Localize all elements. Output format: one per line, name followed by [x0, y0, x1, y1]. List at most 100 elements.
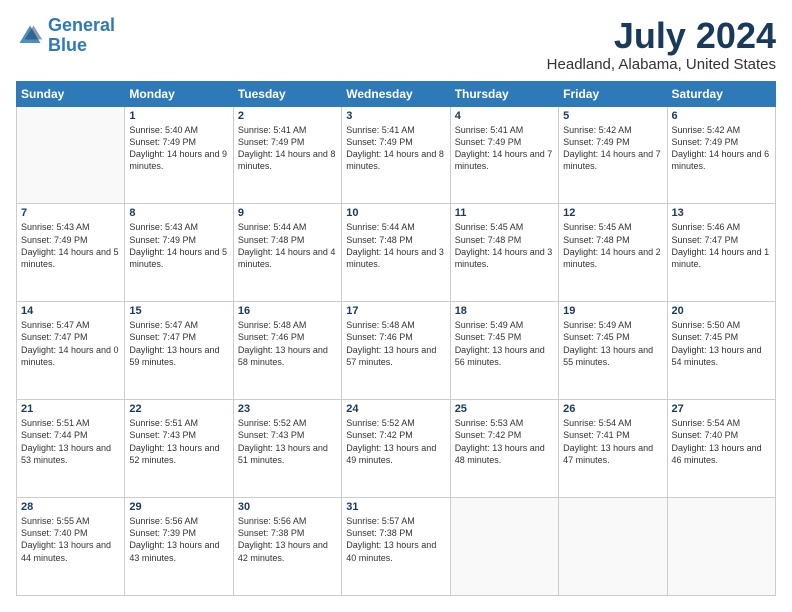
day-number: 16 [238, 305, 337, 317]
calendar-cell: 31 Sunrise: 5:57 AM Sunset: 7:38 PM Dayli… [342, 498, 450, 596]
calendar-row-4: 21 Sunrise: 5:51 AM Sunset: 7:44 PM Dayli… [17, 400, 776, 498]
calendar-cell: 25Sunrise: 5:53 AM Sunset: 7:42 PM Dayli… [450, 400, 558, 498]
calendar-cell: 11Sunrise: 5:45 AM Sunset: 7:48 PM Dayli… [450, 204, 558, 302]
day-info: Sunrise: 5:50 AM Sunset: 7:45 PM Dayligh… [672, 319, 771, 368]
day-number: 31 [346, 501, 445, 513]
day-info: Sunrise: 5:47 AM Sunset: 7:47 PM Dayligh… [129, 319, 228, 368]
calendar-cell: 4Sunrise: 5:41 AM Sunset: 7:49 PM Daylig… [450, 106, 558, 204]
day-number: 19 [563, 305, 662, 317]
day-info: Sunrise: 5:43 AM Sunset: 7:49 PM Dayligh… [129, 221, 228, 270]
day-info: Sunrise: 5:52 AM Sunset: 7:43 PM Dayligh… [238, 417, 337, 466]
calendar-cell [559, 498, 667, 596]
calendar-cell: 15 Sunrise: 5:47 AM Sunset: 7:47 PM Dayli… [125, 302, 233, 400]
day-number: 3 [346, 110, 445, 122]
day-number: 14 [21, 305, 120, 317]
title-block: July 2024 Headland, Alabama, United Stat… [547, 16, 776, 73]
day-number: 2 [238, 110, 337, 122]
calendar-cell: 29 Sunrise: 5:56 AM Sunset: 7:39 PM Dayli… [125, 498, 233, 596]
day-number: 13 [672, 207, 771, 219]
day-number: 30 [238, 501, 337, 513]
day-number: 26 [563, 403, 662, 415]
day-number: 18 [455, 305, 554, 317]
day-info: Sunrise: 5:52 AM Sunset: 7:42 PM Dayligh… [346, 417, 445, 466]
calendar-cell: 12 Sunrise: 5:45 AM Sunset: 7:48 PM Dayli… [559, 204, 667, 302]
calendar-cell: 3 Sunrise: 5:41 AM Sunset: 7:49 PM Daylig… [342, 106, 450, 204]
calendar-cell: 19 Sunrise: 5:49 AM Sunset: 7:45 PM Dayli… [559, 302, 667, 400]
day-info: Sunrise: 5:43 AM Sunset: 7:49 PM Dayligh… [21, 221, 120, 270]
day-info: Sunrise: 5:56 AM Sunset: 7:39 PM Dayligh… [129, 515, 228, 564]
day-number: 4 [455, 110, 554, 122]
calendar-cell: 20 Sunrise: 5:50 AM Sunset: 7:45 PM Dayli… [667, 302, 775, 400]
day-number: 6 [672, 110, 771, 122]
day-info: Sunrise: 5:51 AM Sunset: 7:44 PM Dayligh… [21, 417, 120, 466]
calendar-cell: 14 Sunrise: 5:47 AM Sunset: 7:47 PM Dayli… [17, 302, 125, 400]
main-title: July 2024 [547, 16, 776, 56]
col-monday: Monday [125, 81, 233, 106]
day-info: Sunrise: 5:46 AM Sunset: 7:47 PM Dayligh… [672, 221, 771, 270]
calendar-cell: 28Sunrise: 5:55 AM Sunset: 7:40 PM Dayli… [17, 498, 125, 596]
day-info: Sunrise: 5:41 AM Sunset: 7:49 PM Dayligh… [346, 124, 445, 173]
day-number: 27 [672, 403, 771, 415]
calendar-cell: 1 Sunrise: 5:40 AM Sunset: 7:49 PM Daylig… [125, 106, 233, 204]
calendar-cell [17, 106, 125, 204]
subtitle: Headland, Alabama, United States [547, 56, 776, 73]
calendar-cell: 9 Sunrise: 5:44 AM Sunset: 7:48 PM Daylig… [233, 204, 341, 302]
day-info: Sunrise: 5:41 AM Sunset: 7:49 PM Dayligh… [238, 124, 337, 173]
day-info: Sunrise: 5:53 AM Sunset: 7:42 PM Dayligh… [455, 417, 554, 466]
day-number: 11 [455, 207, 554, 219]
day-number: 20 [672, 305, 771, 317]
day-number: 9 [238, 207, 337, 219]
page: General Blue July 2024 Headland, Alabama… [0, 0, 792, 612]
day-info: Sunrise: 5:42 AM Sunset: 7:49 PM Dayligh… [672, 124, 771, 173]
day-number: 12 [563, 207, 662, 219]
calendar-cell: 26 Sunrise: 5:54 AM Sunset: 7:41 PM Dayli… [559, 400, 667, 498]
calendar-cell: 2 Sunrise: 5:41 AM Sunset: 7:49 PM Daylig… [233, 106, 341, 204]
col-tuesday: Tuesday [233, 81, 341, 106]
day-number: 21 [21, 403, 120, 415]
calendar-cell: 17Sunrise: 5:48 AM Sunset: 7:46 PM Dayli… [342, 302, 450, 400]
calendar-cell: 18 Sunrise: 5:49 AM Sunset: 7:45 PM Dayli… [450, 302, 558, 400]
day-number: 17 [346, 305, 445, 317]
day-info: Sunrise: 5:44 AM Sunset: 7:48 PM Dayligh… [346, 221, 445, 270]
calendar-cell: 30 Sunrise: 5:56 AM Sunset: 7:38 PM Dayli… [233, 498, 341, 596]
logo-icon [16, 22, 44, 50]
calendar-cell: 22 Sunrise: 5:51 AM Sunset: 7:43 PM Dayli… [125, 400, 233, 498]
day-info: Sunrise: 5:40 AM Sunset: 7:49 PM Dayligh… [129, 124, 228, 173]
logo-text: General Blue [48, 16, 115, 56]
calendar-table: Sunday Monday Tuesday Wednesday Thursday… [16, 81, 776, 596]
day-number: 29 [129, 501, 228, 513]
day-number: 24 [346, 403, 445, 415]
calendar-cell [667, 498, 775, 596]
day-number: 15 [129, 305, 228, 317]
calendar-cell: 23Sunrise: 5:52 AM Sunset: 7:43 PM Dayli… [233, 400, 341, 498]
calendar-row-2: 7Sunrise: 5:43 AM Sunset: 7:49 PM Daylig… [17, 204, 776, 302]
day-info: Sunrise: 5:49 AM Sunset: 7:45 PM Dayligh… [563, 319, 662, 368]
day-info: Sunrise: 5:48 AM Sunset: 7:46 PM Dayligh… [238, 319, 337, 368]
day-number: 5 [563, 110, 662, 122]
col-thursday: Thursday [450, 81, 558, 106]
calendar-cell: 13 Sunrise: 5:46 AM Sunset: 7:47 PM Dayli… [667, 204, 775, 302]
day-number: 8 [129, 207, 228, 219]
day-number: 1 [129, 110, 228, 122]
calendar-row-3: 14 Sunrise: 5:47 AM Sunset: 7:47 PM Dayli… [17, 302, 776, 400]
day-info: Sunrise: 5:51 AM Sunset: 7:43 PM Dayligh… [129, 417, 228, 466]
calendar-cell: 16 Sunrise: 5:48 AM Sunset: 7:46 PM Dayli… [233, 302, 341, 400]
calendar-cell: 8 Sunrise: 5:43 AM Sunset: 7:49 PM Daylig… [125, 204, 233, 302]
day-number: 22 [129, 403, 228, 415]
calendar-cell: 27Sunrise: 5:54 AM Sunset: 7:40 PM Dayli… [667, 400, 775, 498]
calendar-cell: 21 Sunrise: 5:51 AM Sunset: 7:44 PM Dayli… [17, 400, 125, 498]
col-friday: Friday [559, 81, 667, 106]
day-info: Sunrise: 5:54 AM Sunset: 7:41 PM Dayligh… [563, 417, 662, 466]
calendar-cell: 7Sunrise: 5:43 AM Sunset: 7:49 PM Daylig… [17, 204, 125, 302]
day-info: Sunrise: 5:44 AM Sunset: 7:48 PM Dayligh… [238, 221, 337, 270]
logo: General Blue [16, 16, 115, 56]
day-info: Sunrise: 5:56 AM Sunset: 7:38 PM Dayligh… [238, 515, 337, 564]
day-info: Sunrise: 5:49 AM Sunset: 7:45 PM Dayligh… [455, 319, 554, 368]
calendar-header-row: Sunday Monday Tuesday Wednesday Thursday… [17, 81, 776, 106]
day-info: Sunrise: 5:42 AM Sunset: 7:49 PM Dayligh… [563, 124, 662, 173]
col-wednesday: Wednesday [342, 81, 450, 106]
day-info: Sunrise: 5:47 AM Sunset: 7:47 PM Dayligh… [21, 319, 120, 368]
day-info: Sunrise: 5:57 AM Sunset: 7:38 PM Dayligh… [346, 515, 445, 564]
day-info: Sunrise: 5:45 AM Sunset: 7:48 PM Dayligh… [563, 221, 662, 270]
col-sunday: Sunday [17, 81, 125, 106]
